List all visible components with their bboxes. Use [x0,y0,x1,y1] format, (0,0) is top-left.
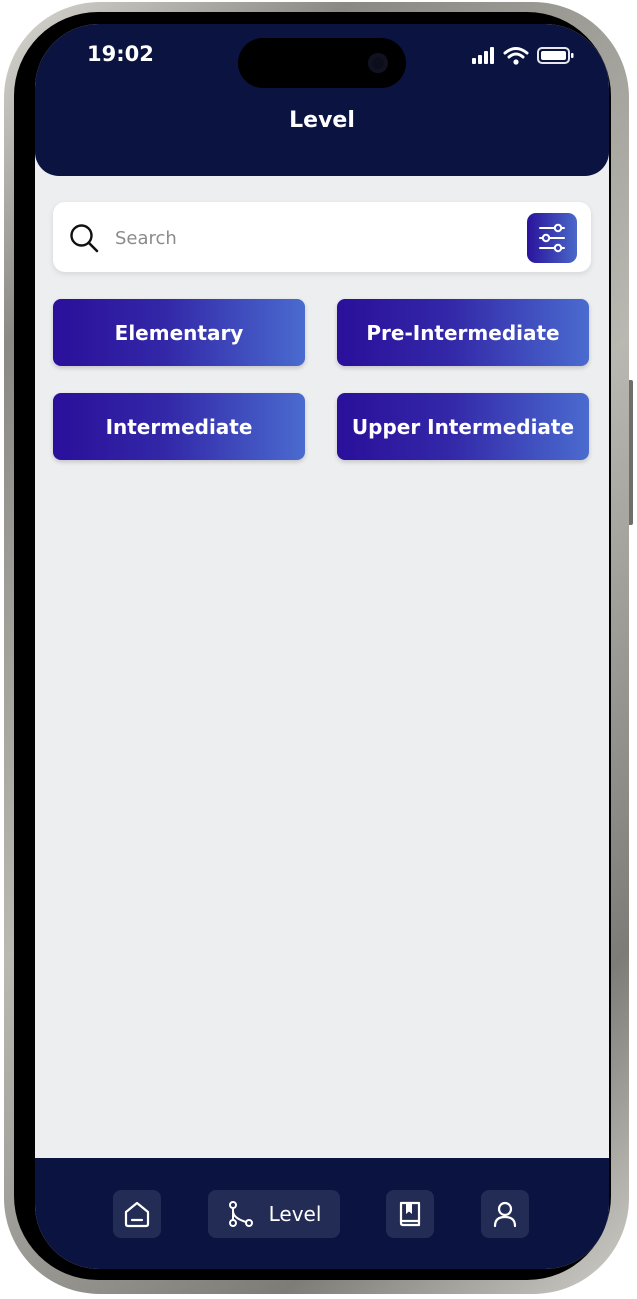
nav-book[interactable] [386,1190,434,1238]
status-icons [467,44,577,68]
level-button-pre-intermediate[interactable]: Pre-Intermediate [337,299,589,366]
level-button-upper-intermediate[interactable]: Upper Intermediate [337,393,589,460]
nav-level-label: Level [268,1202,322,1226]
bottom-nav: Level [35,1158,609,1269]
level-button-label: Elementary [114,320,244,345]
user-icon [493,1201,517,1228]
dynamic-island [238,38,406,88]
battery-icon [537,47,574,64]
status-time: 19:02 [87,42,154,66]
phone-frame: 19:02 Level Search Elementary Pre-Interm… [0,0,637,1299]
search-input[interactable] [113,220,517,256]
search-icon [70,224,99,253]
book-icon [399,1201,421,1227]
nav-level[interactable]: Level [208,1190,340,1238]
wifi-icon [503,47,529,65]
search-bar [53,202,591,272]
level-button-intermediate[interactable]: Intermediate [53,393,305,460]
signal-icon [472,47,494,64]
app-header: 19:02 Level [35,24,609,176]
level-button-label: Intermediate [105,414,253,439]
route-icon [228,1201,253,1227]
nav-home[interactable] [113,1190,161,1238]
home-icon [124,1201,150,1228]
level-button-elementary[interactable]: Elementary [53,299,305,366]
camera-icon [368,53,388,73]
page-title: Level [289,108,355,133]
level-button-label: Upper Intermediate [351,414,575,439]
filter-button[interactable] [527,213,577,263]
level-button-label: Pre-Intermediate [366,320,560,345]
nav-profile[interactable] [481,1190,529,1238]
app-screen: 19:02 Level Search Elementary Pre-Interm… [35,24,609,1269]
sliders-icon [539,223,565,253]
